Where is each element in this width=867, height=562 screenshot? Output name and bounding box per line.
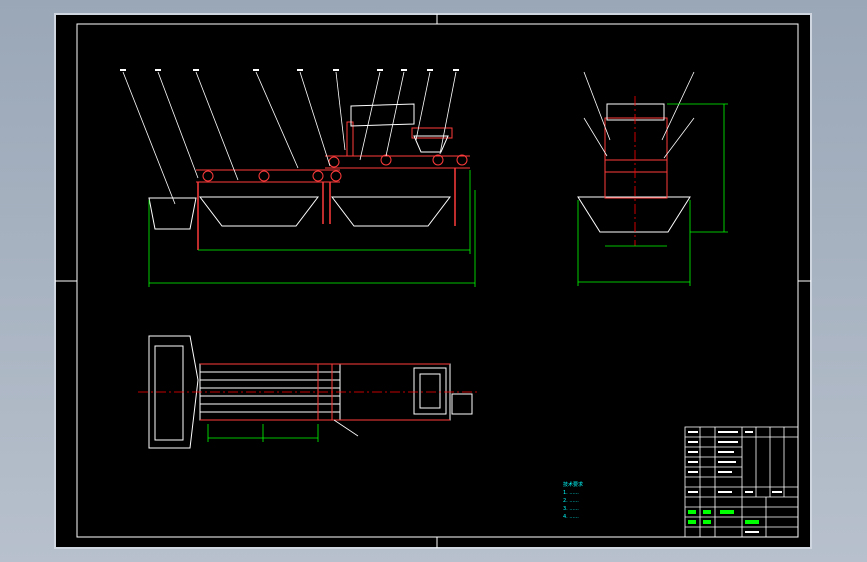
note-line: 2. ......: [563, 498, 579, 504]
drawing-sheet: [54, 13, 812, 549]
notes-title: 技术要求: [563, 481, 583, 488]
cad-drawing-canvas: 技术要求 1. ...... 2. ...... 3. ...... 4. ..…: [54, 13, 812, 549]
note-line: 4. ......: [563, 514, 579, 520]
note-line: 3. ......: [563, 506, 579, 512]
note-line: 1. ......: [563, 490, 579, 496]
